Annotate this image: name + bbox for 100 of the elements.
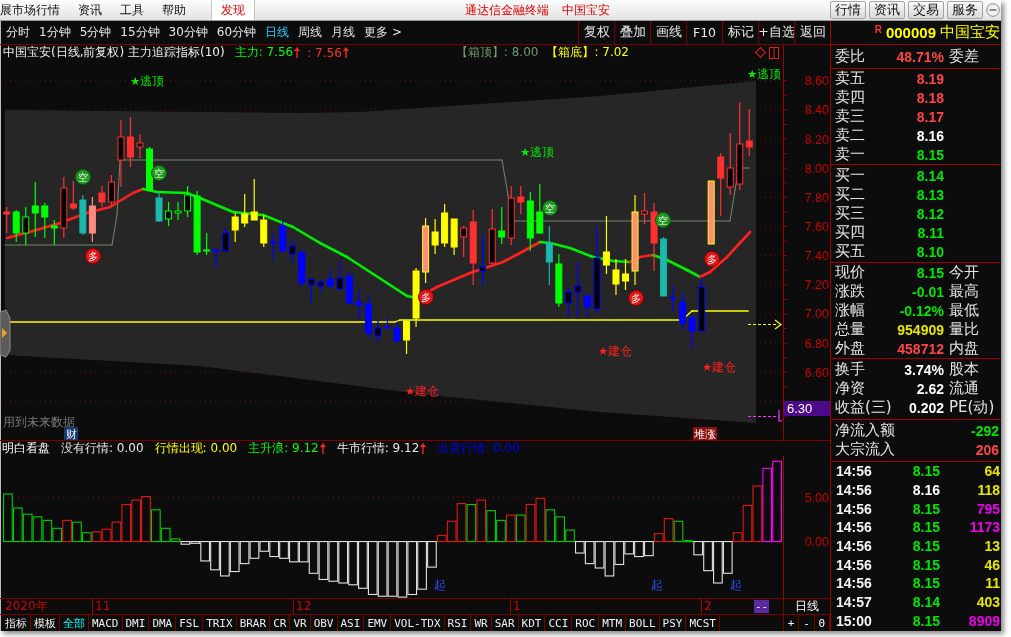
- trade-time: 14:57: [836, 593, 873, 610]
- indicator-bar: [634, 541, 644, 558]
- top-nav-button[interactable]: 行情: [830, 1, 866, 19]
- indicator-tab[interactable]: PSY: [659, 615, 687, 631]
- quote-label: 换手: [835, 360, 865, 379]
- indicator-tab[interactable]: TRIX: [203, 615, 237, 631]
- indicator-tab[interactable]: WR: [471, 615, 492, 631]
- indicator-tab[interactable]: OBV: [310, 615, 338, 631]
- quote-label: 卖二: [835, 126, 865, 145]
- toolbar-button[interactable]: 标记: [722, 21, 758, 44]
- start-signal-label: 起: [433, 578, 446, 592]
- period-tab[interactable]: 周线: [298, 24, 323, 41]
- indicator-bar: [318, 541, 329, 581]
- short-signal-badge: 空: [75, 169, 91, 185]
- quote-label: 外盘: [835, 339, 865, 358]
- toolbar-button[interactable]: 画线: [650, 21, 686, 44]
- period-tab[interactable]: 日线: [265, 24, 290, 41]
- menu-item[interactable]: 工具: [111, 0, 153, 20]
- minimize-icon[interactable]: [986, 3, 1000, 17]
- period-label: 日线: [783, 599, 830, 614]
- indicator-tab[interactable]: KDT: [518, 615, 546, 631]
- split-panel-icon[interactable]: [769, 46, 779, 59]
- indicator-tab[interactable]: EMV: [364, 615, 392, 631]
- indicator-tab[interactable]: CR: [270, 615, 291, 631]
- indicator-tab[interactable]: DMI: [122, 615, 150, 631]
- indicator-tab[interactable]: FSL: [176, 615, 204, 631]
- axis-tick-label: 5.00: [804, 490, 829, 505]
- indicator-bar: [338, 541, 349, 584]
- trade-volume: 795: [975, 500, 1001, 517]
- indicator-tab[interactable]: CCI: [545, 615, 573, 631]
- top-nav-button[interactable]: 服务: [947, 1, 983, 19]
- indicator-tab[interactable]: BRAR: [236, 615, 271, 631]
- indicator-reading: 行情出现: 0.00: [154, 440, 238, 457]
- indicator-tab[interactable]: RSI: [444, 615, 472, 631]
- indicator-tab[interactable]: SAR: [491, 615, 519, 631]
- zoom-button[interactable]: +: [784, 615, 800, 631]
- arrow-tab-icon[interactable]: [0, 309, 11, 358]
- indicator-bar: [220, 541, 230, 577]
- quote-label: 委差: [949, 47, 980, 66]
- quote-label: 收益(三): [835, 398, 892, 417]
- indicator-reading: 主升浪: 9.12: [248, 440, 319, 457]
- indicator-tab[interactable]: BOLL: [626, 615, 660, 631]
- candlestick: [146, 146, 153, 192]
- trade-time: 15:00: [836, 612, 873, 629]
- trade-price: 8.15: [911, 500, 940, 517]
- menu-item[interactable]: 展市场行情: [0, 0, 69, 20]
- period-tab[interactable]: 60分钟: [216, 24, 257, 41]
- stock-code: 000009: [885, 24, 936, 41]
- quote-value: 8.15: [915, 146, 944, 163]
- top-nav-button[interactable]: 交易: [908, 1, 944, 19]
- indicator-bar: [476, 499, 487, 543]
- menu-item[interactable]: 发现: [211, 0, 255, 20]
- trade-time: 14:56: [836, 575, 873, 592]
- indicator-tab[interactable]: ASI: [337, 615, 365, 631]
- period-tab[interactable]: 5分钟: [79, 24, 112, 41]
- quote-value: 8.14: [915, 167, 944, 184]
- quote-label: 卖四: [835, 88, 865, 107]
- zoom-button[interactable]: 0: [814, 615, 830, 631]
- stock-type-label: R: [874, 24, 882, 35]
- date-axis-label: 11: [95, 599, 111, 614]
- menu-item[interactable]: 帮助: [153, 0, 195, 20]
- diamond-icon[interactable]: [755, 47, 766, 58]
- indicator-tab[interactable]: MACD: [89, 615, 123, 631]
- price-tick-label: 7.40: [804, 249, 829, 264]
- indicator-name: 明白看盘: [2, 440, 50, 457]
- toolbar-button[interactable]: +自选: [758, 21, 794, 44]
- top-nav-button[interactable]: 资讯: [869, 1, 905, 19]
- indicator-tab[interactable]: VOL-TDX: [391, 615, 445, 631]
- indicator-bar: [367, 541, 378, 595]
- period-tab[interactable]: 1分钟: [39, 24, 71, 41]
- indicator-tab[interactable]: DMA: [149, 615, 177, 631]
- start-signal-label: 起: [729, 578, 742, 592]
- menu-item[interactable]: 资讯: [69, 0, 111, 20]
- quote-label: 内盘: [949, 339, 980, 358]
- indicator-tab[interactable]: MCST: [686, 615, 720, 631]
- indicator-tab[interactable]: ROC: [572, 615, 600, 631]
- period-tab[interactable]: 30分钟: [168, 24, 208, 41]
- axis-tick-label: 0.00: [804, 535, 829, 550]
- toolbar-button[interactable]: 返回: [794, 21, 830, 44]
- trade-volume: 118: [976, 482, 1001, 498]
- quote-value: 954909: [896, 321, 944, 338]
- indicator-bar: [3, 493, 13, 543]
- indicator-tab[interactable]: 模板: [31, 615, 60, 631]
- period-tab[interactable]: 15分钟: [120, 24, 160, 41]
- indicator-tab[interactable]: VR: [290, 615, 311, 631]
- buy-signal-label: ★建仓: [598, 344, 633, 358]
- indicator-tab[interactable]: MTM: [599, 615, 627, 631]
- zoom-button[interactable]: -: [799, 615, 815, 631]
- sell-signal-label: ★逃顶: [520, 145, 555, 159]
- indicator-tab[interactable]: 全部: [60, 615, 89, 631]
- toolbar-button[interactable]: 复权: [578, 21, 614, 44]
- period-tab[interactable]: 月线: [331, 24, 356, 41]
- toolbar-button[interactable]: 叠加: [614, 21, 650, 44]
- period-tab[interactable]: 分时: [6, 24, 30, 41]
- price-tick-label: 7.00: [804, 307, 829, 322]
- quote-label: 卖三: [835, 107, 865, 126]
- indicator-bar: [141, 496, 151, 543]
- period-tab[interactable]: 更多 >: [364, 24, 402, 41]
- toolbar-button[interactable]: F10: [686, 21, 722, 44]
- indicator-tab[interactable]: 指标: [2, 615, 31, 631]
